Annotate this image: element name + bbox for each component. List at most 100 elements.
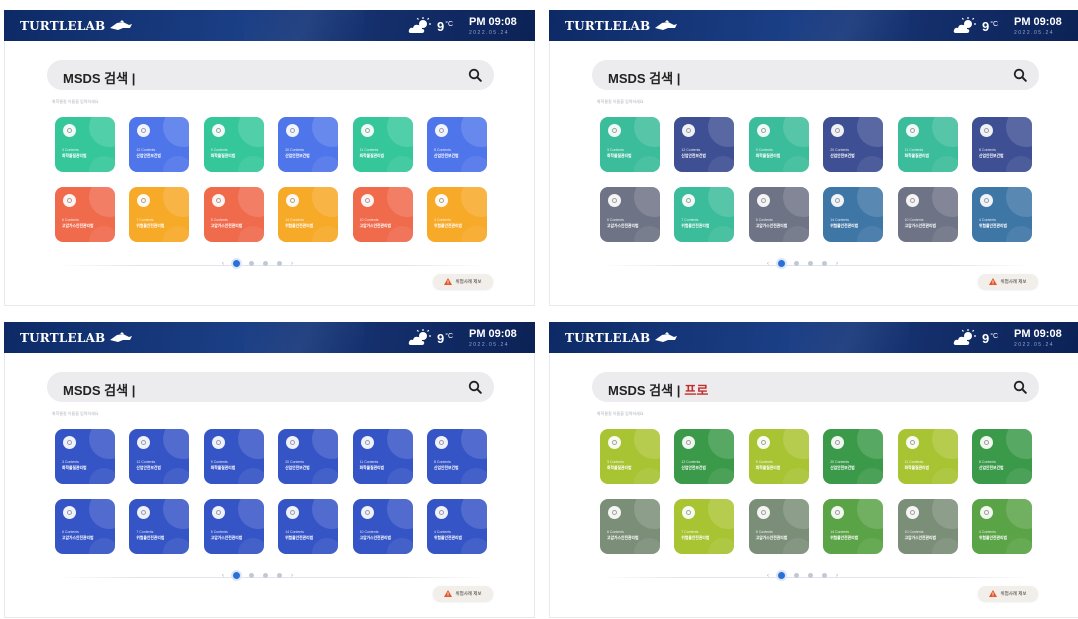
category-tile[interactable]: 4 Contents 위험물안전관리법 — [427, 499, 487, 554]
tile-category-name: 위험물안전관리법 — [830, 536, 859, 540]
category-icon — [608, 436, 621, 449]
prev-page-arrow-icon[interactable]: ‹ — [767, 261, 769, 267]
category-tile[interactable]: 11 Contents 화학물질관리법 — [352, 429, 413, 484]
category-tile[interactable]: 6 Contents 고압가스안전관리법 — [55, 187, 115, 242]
page-dot-3[interactable] — [263, 261, 268, 266]
category-tile[interactable]: 11 Contents 화학물질관리법 — [897, 429, 958, 484]
category-tile[interactable]: 12 Contents 산업안전보건법 — [129, 117, 190, 172]
tile-category-name: 화학물질관리법 — [210, 466, 236, 470]
page-dot-1[interactable] — [778, 572, 785, 579]
category-tile[interactable]: 5 Contents 고압가스안전관리법 — [203, 499, 264, 554]
category-tile[interactable]: 14 Contents 위험물안전관리법 — [823, 187, 884, 242]
category-tile[interactable]: 7 Contents 위험물안전관리법 — [129, 499, 190, 554]
category-tile[interactable]: 7 Contents 위험물안전관리법 — [674, 499, 735, 554]
report-danger-button[interactable]: 위험사례 제보 — [978, 586, 1038, 601]
category-tile[interactable]: 5 Contents 고압가스안전관리법 — [203, 187, 264, 242]
turtlelab-logo: TURTLELAB — [20, 19, 133, 33]
next-page-arrow-icon[interactable]: › — [291, 261, 293, 267]
category-tile[interactable]: 10 Contents 고압가스안전관리법 — [897, 499, 958, 554]
msds-search-bar[interactable]: MSDS 검색 | — [47, 60, 494, 90]
report-danger-button[interactable]: 위험사례 제보 — [978, 274, 1038, 289]
category-tile[interactable]: 6 Contents 고압가스안전관리법 — [55, 499, 115, 554]
category-tile[interactable]: 5 Contents 고압가스안전관리법 — [748, 499, 809, 554]
page-dot-1[interactable] — [778, 260, 785, 267]
page-dot-4[interactable] — [277, 261, 282, 266]
turtlelab-logo: TURTLELAB — [565, 19, 678, 33]
category-tile[interactable]: 20 Contents 산업안전보건법 — [823, 429, 884, 484]
category-tile[interactable]: 5 Contents 고압가스안전관리법 — [748, 187, 809, 242]
prev-page-arrow-icon[interactable]: ‹ — [767, 573, 769, 579]
next-page-arrow-icon[interactable]: › — [836, 261, 838, 267]
tile-category-name: 산업안전보건법 — [285, 154, 310, 158]
category-tile[interactable]: 6 Contents 고압가스안전관리법 — [600, 499, 660, 554]
category-tile[interactable]: 11 Contents 화학물질관리법 — [897, 117, 958, 172]
next-page-arrow-icon[interactable]: › — [291, 573, 293, 579]
msds-search-bar[interactable]: MSDS 검색 | — [47, 372, 494, 402]
category-icon — [756, 506, 770, 519]
search-input[interactable]: MSDS 검색 | — [608, 68, 684, 87]
category-tile[interactable]: 20 Contents 산업안전보건법 — [823, 117, 884, 172]
category-tile[interactable]: 10 Contents 고압가스안전관리법 — [352, 187, 413, 242]
search-icon[interactable] — [1013, 68, 1027, 82]
category-tile[interactable]: 11 Contents 화학물질관리법 — [352, 117, 413, 172]
category-tile[interactable]: 3 Contents 화학물질관리법 — [600, 429, 660, 484]
category-tile[interactable]: 8 Contents 산업안전보건법 — [972, 429, 1032, 484]
page-dot-2[interactable] — [794, 573, 799, 578]
report-danger-button[interactable]: 위험사례 제보 — [433, 274, 493, 289]
page-dot-1[interactable] — [233, 260, 240, 267]
search-input[interactable]: MSDS 검색 | 프로 — [608, 380, 708, 399]
category-icon — [756, 436, 770, 449]
category-tile[interactable]: 10 Contents 고압가스안전관리법 — [897, 187, 958, 242]
page-dot-2[interactable] — [249, 261, 254, 266]
search-input[interactable]: MSDS 검색 | — [63, 380, 139, 399]
category-tile[interactable]: 12 Contents 산업안전보건법 — [674, 429, 735, 484]
category-tile[interactable]: 9 Contents 화학물질관리법 — [203, 429, 264, 484]
page-dot-3[interactable] — [263, 573, 268, 578]
msds-search-bar[interactable]: MSDS 검색 | 프로 — [592, 372, 1039, 402]
category-tile[interactable]: 9 Contents 화학물질관리법 — [748, 117, 809, 172]
page-dot-2[interactable] — [794, 261, 799, 266]
category-tile[interactable]: 12 Contents 산업안전보건법 — [129, 429, 190, 484]
category-tile[interactable]: 20 Contents 산업안전보건법 — [278, 429, 339, 484]
category-tile[interactable]: 20 Contents 산업안전보건법 — [278, 117, 339, 172]
category-tile[interactable]: 12 Contents 산업안전보건법 — [674, 117, 735, 172]
category-tile[interactable]: 7 Contents 위험물안전관리법 — [129, 187, 190, 242]
tile-category-name: 산업안전보건법 — [434, 466, 459, 470]
category-tile[interactable]: 14 Contents 위험물안전관리법 — [278, 499, 339, 554]
category-tile[interactable]: 4 Contents 위험물안전관리법 — [427, 187, 487, 242]
category-tile[interactable]: 8 Contents 산업안전보건법 — [427, 429, 487, 484]
tile-category-name: 고압가스안전관리법 — [607, 224, 639, 228]
search-icon[interactable] — [468, 380, 482, 394]
next-page-arrow-icon[interactable]: › — [836, 573, 838, 579]
category-tile[interactable]: 4 Contents 위험물안전관리법 — [972, 499, 1032, 554]
category-tile[interactable]: 3 Contents 화학물질관리법 — [55, 429, 115, 484]
category-tile[interactable]: 10 Contents 고압가스안전관리법 — [352, 499, 413, 554]
msds-search-bar[interactable]: MSDS 검색 | — [592, 60, 1039, 90]
prev-page-arrow-icon[interactable]: ‹ — [222, 573, 224, 579]
category-tile[interactable]: 3 Contents 화학물질관리법 — [55, 117, 115, 172]
page-dot-2[interactable] — [249, 573, 254, 578]
category-tile[interactable]: 7 Contents 위험물안전관리법 — [674, 187, 735, 242]
search-icon[interactable] — [468, 68, 482, 82]
search-icon[interactable] — [1013, 380, 1027, 394]
temperature-readout: 9°C — [437, 331, 453, 346]
category-tile[interactable]: 6 Contents 고압가스안전관리법 — [600, 187, 660, 242]
page-dot-3[interactable] — [808, 261, 813, 266]
category-tile[interactable]: 14 Contents 위험물안전관리법 — [823, 499, 884, 554]
category-tile[interactable]: 9 Contents 화학물질관리법 — [203, 117, 264, 172]
page-dot-3[interactable] — [808, 573, 813, 578]
category-tile[interactable]: 8 Contents 산업안전보건법 — [972, 117, 1032, 172]
report-danger-button[interactable]: 위험사례 제보 — [433, 586, 493, 601]
search-input[interactable]: MSDS 검색 | — [63, 68, 139, 87]
category-tile[interactable]: 14 Contents 위험물안전관리법 — [278, 187, 339, 242]
category-tile[interactable]: 8 Contents 산업안전보건법 — [427, 117, 487, 172]
search-typed-text: 프로 — [684, 383, 709, 398]
category-tile[interactable]: 9 Contents 화학물질관리법 — [748, 429, 809, 484]
category-tile[interactable]: 4 Contents 위험물안전관리법 — [972, 187, 1032, 242]
prev-page-arrow-icon[interactable]: ‹ — [222, 261, 224, 267]
category-tile[interactable]: 3 Contents 화학물질관리법 — [600, 117, 660, 172]
page-dot-4[interactable] — [277, 573, 282, 578]
page-dot-4[interactable] — [822, 573, 827, 578]
page-dot-1[interactable] — [233, 572, 240, 579]
page-dot-4[interactable] — [822, 261, 827, 266]
